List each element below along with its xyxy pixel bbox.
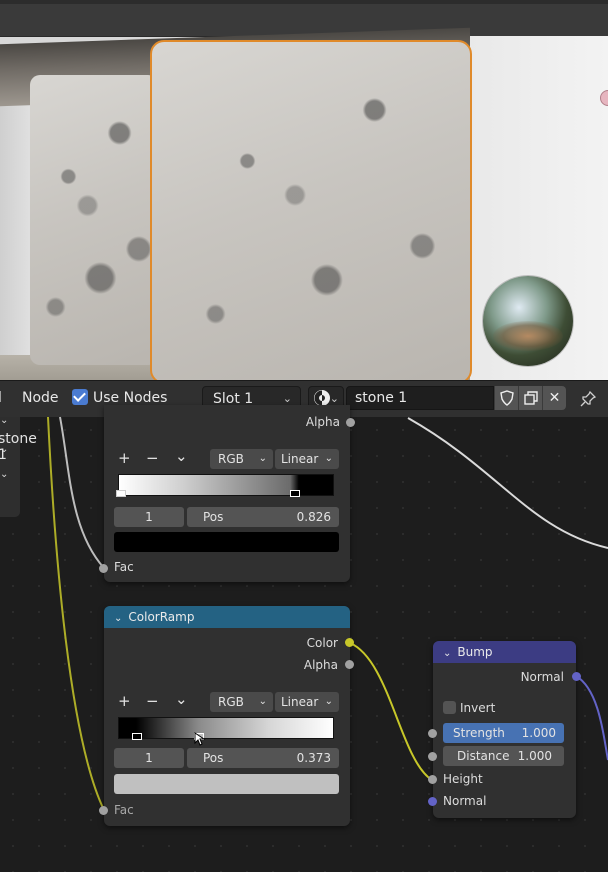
stop-index-field[interactable]: 1 bbox=[114, 748, 184, 768]
socket-normal-in[interactable] bbox=[428, 797, 437, 806]
chevron-down-icon: ⌄ bbox=[258, 453, 267, 464]
ramp-stop-0[interactable] bbox=[132, 733, 142, 740]
output-color-label: Color bbox=[306, 636, 338, 650]
output-normal-label: Normal bbox=[520, 670, 564, 684]
add-stop-button[interactable]: + bbox=[118, 692, 131, 710]
chevron-down-icon: ⌄ bbox=[0, 444, 9, 455]
color-mode-label: RGB bbox=[218, 695, 244, 709]
input-fac-label: Fac bbox=[114, 560, 134, 574]
colorramp-node-lower[interactable]: ⌄ ColorRamp Color Alpha + − ⌄ RGB ⌄ Linear… bbox=[104, 606, 350, 826]
distance-label: Distance bbox=[457, 749, 510, 763]
color-ramp-gradient[interactable] bbox=[118, 717, 334, 739]
color-ramp-gradient[interactable] bbox=[118, 474, 334, 496]
chevron-down-icon: ⌄ bbox=[0, 415, 9, 426]
pos-label: Pos bbox=[203, 510, 224, 524]
socket-normal-out[interactable] bbox=[572, 672, 581, 681]
color-mode-dropdown[interactable]: RGB ⌄ bbox=[210, 692, 273, 712]
chevron-down-icon[interactable]: ⌄ bbox=[114, 613, 122, 624]
chevron-down-icon[interactable]: ⌄ bbox=[443, 648, 451, 659]
socket-fac-in-upper[interactable] bbox=[99, 564, 108, 573]
colorramp-title: ColorRamp bbox=[128, 610, 195, 624]
socket-height-in[interactable] bbox=[428, 775, 437, 784]
ramp-stop-0[interactable] bbox=[116, 490, 126, 497]
invert-label: Invert bbox=[460, 701, 496, 715]
chevron-down-icon[interactable]: ⌄ bbox=[175, 690, 188, 708]
output-alpha-label: Alpha bbox=[303, 658, 338, 672]
interpolation-dropdown[interactable]: Linear ⌄ bbox=[275, 449, 339, 469]
color-mode-dropdown[interactable]: RGB ⌄ bbox=[210, 449, 273, 469]
stop-color-swatch[interactable] bbox=[114, 532, 339, 552]
strength-label: Strength bbox=[453, 726, 505, 740]
chevron-down-icon: ⌄ bbox=[324, 696, 333, 707]
color-mode-label: RGB bbox=[218, 452, 244, 466]
ramp-stop-1-active[interactable] bbox=[290, 490, 300, 497]
link-fac-upper bbox=[59, 416, 105, 569]
pos-value: 0.373 bbox=[296, 751, 331, 765]
output-alpha-label: Alpha bbox=[305, 415, 340, 429]
socket-fac-in[interactable] bbox=[99, 806, 108, 815]
add-stop-button[interactable]: + bbox=[118, 449, 131, 467]
pos-label: Pos bbox=[203, 751, 224, 765]
remove-stop-button[interactable]: − bbox=[146, 692, 159, 710]
link-color-height bbox=[349, 642, 433, 781]
stop-index-field[interactable]: 1 bbox=[114, 507, 184, 527]
bump-header[interactable]: ⌄ Bump bbox=[433, 641, 576, 663]
chevron-down-icon: ⌄ bbox=[0, 469, 9, 480]
socket-distance-in[interactable] bbox=[428, 752, 437, 761]
pos-value: 0.826 bbox=[296, 510, 331, 524]
bump-title: Bump bbox=[457, 645, 493, 659]
invert-checkbox[interactable] bbox=[443, 701, 456, 714]
chevron-down-icon: ⌄ bbox=[324, 453, 333, 464]
colorramp-node-upper[interactable]: Alpha + − ⌄ RGB ⌄ Linear ⌄ 1 Pos 0.826 Fac bbox=[104, 405, 350, 582]
remove-stop-button[interactable]: − bbox=[146, 449, 159, 467]
interpolation-dropdown[interactable]: Linear ⌄ bbox=[275, 692, 339, 712]
left-node-partial[interactable]: stone 1 ⌄ ⌄ ⌄ bbox=[0, 415, 37, 517]
mouse-cursor-icon bbox=[194, 732, 206, 746]
link-normal-out bbox=[575, 675, 608, 761]
distance-field[interactable]: Distance 1.000 bbox=[443, 746, 564, 766]
input-fac-label: Fac bbox=[114, 803, 134, 817]
link-fac-lower bbox=[47, 416, 105, 811]
bump-node[interactable]: ⌄ Bump Normal Invert Strength 1.000 Dista… bbox=[433, 641, 576, 818]
stop-color-swatch[interactable] bbox=[114, 774, 339, 794]
strength-value: 1.000 bbox=[521, 726, 556, 740]
chevron-down-icon[interactable]: ⌄ bbox=[175, 447, 188, 465]
distance-value: 1.000 bbox=[517, 749, 552, 763]
colorramp-header[interactable]: ⌄ ColorRamp bbox=[104, 606, 350, 628]
socket-strength-in[interactable] bbox=[428, 729, 437, 738]
socket-alpha-out-upper[interactable] bbox=[346, 418, 355, 427]
input-height-label: Height bbox=[443, 772, 483, 786]
chevron-down-icon: ⌄ bbox=[258, 696, 267, 707]
socket-color-out[interactable] bbox=[345, 638, 354, 647]
socket-alpha-out[interactable] bbox=[345, 660, 354, 669]
input-normal-label: Normal bbox=[443, 794, 487, 808]
interpolation-label: Linear bbox=[281, 452, 319, 466]
stop-position-field[interactable]: Pos 0.373 bbox=[187, 748, 339, 768]
strength-field[interactable]: Strength 1.000 bbox=[443, 723, 564, 743]
link-alpha-out bbox=[407, 417, 608, 549]
interpolation-label: Linear bbox=[281, 695, 319, 709]
stop-position-field[interactable]: Pos 0.826 bbox=[187, 507, 339, 527]
